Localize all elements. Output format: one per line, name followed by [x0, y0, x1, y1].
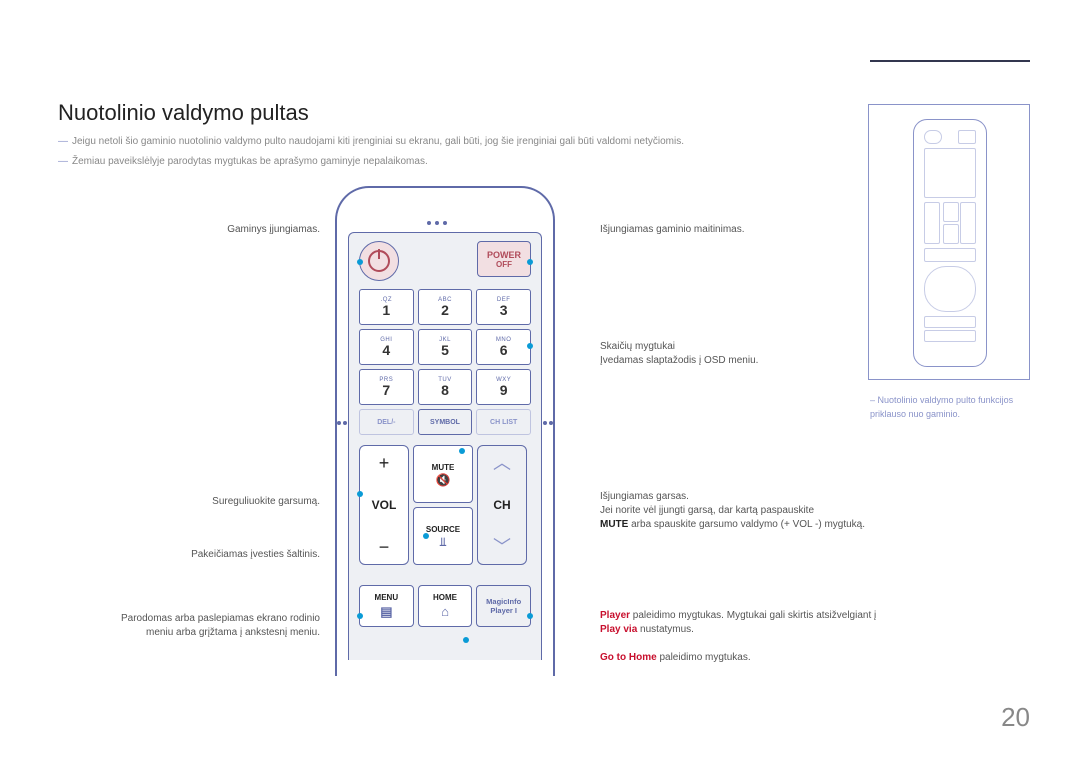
channel-rocker[interactable]: ︿ CH ﹀ [477, 445, 527, 565]
callout-player-r2: nustatymus. [637, 624, 694, 635]
key-4[interactable]: GHI4 [359, 329, 414, 365]
callout-mute-l2: Jei norite vėl įjungti garsą, dar kartą … [600, 505, 814, 516]
callout-dot [357, 259, 363, 265]
callout-dot [357, 613, 363, 619]
sidebar-note: Nuotolinio valdymo pulto funkcijos prikl… [870, 394, 1030, 421]
note-1: ―Jeigu netoli šio gaminio nuotolinio val… [58, 136, 684, 147]
power-icon [368, 250, 390, 272]
key-del[interactable]: DEL/- [359, 409, 414, 435]
callout-player-red: Player [600, 610, 630, 621]
callout-dot [527, 259, 533, 265]
callout-dot [463, 637, 469, 643]
page: Nuotolinio valdymo pultas ―Jeigu netoli … [0, 0, 1080, 763]
volume-rocker[interactable]: + VOL − [359, 445, 409, 565]
callout-numbers: Skaičių mygtukai Įvedamas slaptažodis į … [600, 340, 758, 368]
note-2-text: Žemiau paveikslėlyje parodytas mygtukas … [72, 156, 428, 167]
source-label: SOURCE [426, 525, 460, 534]
vol-label: VOL [372, 498, 397, 512]
callout-dot [527, 613, 533, 619]
key-7[interactable]: PRS7 [359, 369, 414, 405]
callout-home: Go to Home paleidimo mygtukas. [600, 651, 751, 665]
side-dots-left [336, 412, 348, 430]
key-chlist[interactable]: CH LIST [476, 409, 531, 435]
callout-mute-l3: arba spauskite garsumo valdymo (+ VOL -)… [628, 519, 865, 530]
key-6[interactable]: MNO6 [476, 329, 531, 365]
key-symbol[interactable]: SYMBOL [418, 409, 473, 435]
callout-dot [423, 533, 429, 539]
menu-button[interactable]: MENU ▤ [359, 585, 414, 627]
header-rule [870, 60, 1030, 62]
off-label: OFF [496, 260, 512, 269]
minus-icon: − [379, 538, 390, 556]
callout-mute-l1: Išjungiamas garsas. [600, 491, 689, 502]
source-icon: ⫫ [440, 536, 447, 548]
menu-label: MENU [375, 593, 399, 602]
home-label: HOME [433, 593, 457, 602]
callout-menu-l2: meniu arba grįžtama į ankstesnį meniu. [146, 627, 320, 638]
callout-menu: Parodomas arba paslepiamas ekrano rodini… [121, 612, 320, 640]
callout-menu-l1: Parodomas arba paslepiamas ekrano rodini… [121, 613, 320, 624]
chevron-down-icon: ﹀ [493, 538, 511, 556]
remote-control: POWER OFF .QZ1 ABC2 DEF3 GHI4 JKL5 MNO6 … [335, 186, 555, 676]
callout-volume: Sureguliuokite garsumą. [212, 495, 320, 509]
key-9[interactable]: WXY9 [476, 369, 531, 405]
remote-overview-box [868, 104, 1030, 380]
callout-dot [357, 491, 363, 497]
callout-dot [459, 448, 465, 454]
key-3[interactable]: DEF3 [476, 289, 531, 325]
page-title: Nuotolinio valdymo pultas [58, 100, 309, 126]
chevron-up-icon: ︿ [493, 454, 511, 472]
key-5[interactable]: JKL5 [418, 329, 473, 365]
key-2[interactable]: ABC2 [418, 289, 473, 325]
magic-l2: Player I [490, 606, 517, 615]
ch-label: CH [493, 498, 510, 512]
callout-home-rest: paleidimo mygtukas. [657, 652, 751, 663]
vol-src-ch-row: + VOL − MUTE 🔇 SOURCE ⫫ ︿ CH [359, 445, 531, 565]
remote-inner: POWER OFF .QZ1 ABC2 DEF3 GHI4 JKL5 MNO6 … [348, 232, 542, 660]
power-off-button[interactable]: POWER OFF [477, 241, 531, 277]
mid-column: MUTE 🔇 SOURCE ⫫ [413, 445, 473, 565]
home-button[interactable]: HOME ⌂ [418, 585, 473, 627]
magic-l1: MagicInfo [486, 597, 521, 606]
key-8[interactable]: TUV8 [418, 369, 473, 405]
number-keypad: .QZ1 ABC2 DEF3 GHI4 JKL5 MNO6 PRS7 TUV8 … [359, 289, 531, 435]
note-1-text: Jeigu netoli šio gaminio nuotolinio vald… [72, 136, 684, 147]
mute-button[interactable]: MUTE 🔇 [413, 445, 473, 503]
menu-icon: ▤ [380, 604, 392, 620]
callout-mute: Išjungiamas garsas. Jei norite vėl įjung… [600, 490, 865, 532]
ir-indicator [425, 212, 449, 230]
bottom-row: MENU ▤ HOME ⌂ MagicInfo Player I [359, 585, 531, 627]
callout-player-red2: Play via [600, 624, 637, 635]
key-1[interactable]: .QZ1 [359, 289, 414, 325]
remote-small-illustration [913, 119, 987, 367]
mute-label: MUTE [432, 463, 455, 472]
source-button[interactable]: SOURCE ⫫ [413, 507, 473, 565]
magicinfo-button[interactable]: MagicInfo Player I [476, 585, 531, 627]
callout-power-off: Išjungiamas gaminio maitinimas. [600, 223, 745, 237]
side-dots-right [542, 412, 554, 430]
callout-source: Pakeičiamas įvesties šaltinis. [191, 548, 320, 562]
callout-numbers-l1: Skaičių mygtukai [600, 341, 675, 352]
mute-icon: 🔇 [436, 474, 451, 486]
callout-player-r1: paleidimo mygtukas. Mygtukai gali skirti… [630, 610, 876, 621]
power-label: POWER [487, 250, 521, 260]
callout-player: Player paleidimo mygtukas. Mygtukai gali… [600, 609, 880, 637]
home-icon: ⌂ [441, 604, 449, 619]
power-button[interactable] [359, 241, 399, 281]
plus-icon: + [379, 454, 390, 472]
page-number: 20 [1001, 702, 1030, 733]
callout-numbers-l2: Įvedamas slaptažodis į OSD meniu. [600, 355, 758, 366]
note-2: ―Žemiau paveikslėlyje parodytas mygtukas… [58, 156, 428, 167]
callout-mute-bold: MUTE [600, 519, 628, 530]
callout-power-on: Gaminys įjungiamas. [227, 223, 320, 237]
callout-dot [527, 343, 533, 349]
callout-home-red: Go to Home [600, 652, 657, 663]
